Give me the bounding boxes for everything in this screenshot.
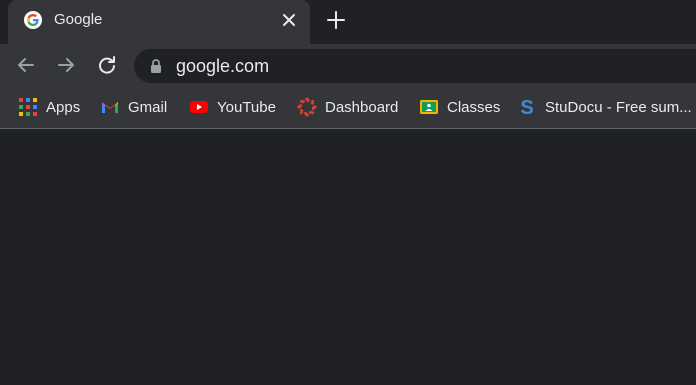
bookmark-studocu[interactable]: S StuDocu - Free sum... [517,86,692,128]
apps-grid-icon [19,98,37,116]
lock-icon[interactable] [148,58,164,74]
bookmark-label: StuDocu - Free sum... [545,98,692,116]
studocu-icon: S [520,97,533,117]
browser-toolbar: google.com [0,44,696,86]
bookmark-label: Gmail [128,98,168,116]
back-arrow-icon[interactable] [15,54,37,76]
tab-google[interactable]: Google [8,0,310,44]
bookmark-youtube[interactable]: YouTube [189,86,276,128]
tab-strip: Google [0,0,696,44]
reload-icon[interactable] [96,54,118,76]
bookmark-classes[interactable]: Classes [419,86,500,128]
youtube-icon [190,101,208,113]
tab-title: Google [54,11,103,28]
bookmark-apps[interactable]: Apps [18,86,80,128]
bookmark-label: Classes [447,98,501,116]
bookmark-gmail[interactable]: Gmail [100,86,167,128]
bookmarks-bar: Apps Gmail YouTube Dashboard Classes S S… [0,86,696,129]
forward-arrow-icon[interactable] [55,54,77,76]
new-tab-plus-icon[interactable] [326,10,346,30]
classroom-icon [420,100,438,114]
url-text[interactable]: google.com [176,56,269,77]
bookmark-label: Apps [46,98,81,116]
bookmark-label: Dashboard [325,98,399,116]
page-content [0,129,696,385]
close-icon[interactable] [280,11,298,29]
google-g-icon [24,11,42,29]
dashboard-icon [297,97,317,117]
bookmark-dashboard[interactable]: Dashboard [297,86,398,128]
address-bar[interactable]: google.com [134,49,696,83]
bookmark-label: YouTube [217,98,276,116]
gmail-icon [102,102,118,113]
svg-text:S: S [520,97,533,117]
